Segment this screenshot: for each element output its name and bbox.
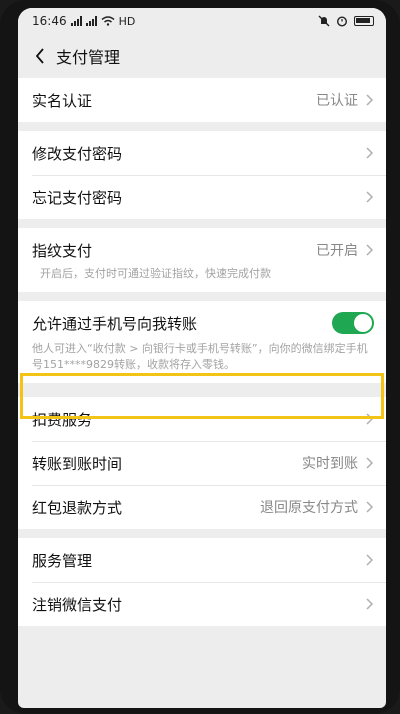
deduction-service-row[interactable]: 扣费服务 bbox=[18, 397, 386, 441]
service-management-row[interactable]: 服务管理 bbox=[18, 538, 386, 582]
change-password-label: 修改支付密码 bbox=[32, 144, 123, 163]
identity-row[interactable]: 实名认证 已认证 bbox=[18, 78, 386, 122]
wifi-icon bbox=[101, 16, 115, 26]
management-group: 服务管理 注销微信支付 bbox=[18, 538, 386, 626]
battery-icon bbox=[354, 16, 374, 26]
chevron-right-icon bbox=[366, 501, 374, 513]
mute-icon bbox=[318, 15, 330, 27]
chevron-right-icon bbox=[366, 244, 374, 256]
transfer-time-row[interactable]: 转账到账时间 实时到账 bbox=[18, 441, 386, 485]
alarm-icon bbox=[336, 16, 348, 27]
refund-method-label: 红包退款方式 bbox=[32, 498, 123, 517]
refund-method-row[interactable]: 红包退款方式 退回原支付方式 bbox=[18, 485, 386, 529]
change-password-row[interactable]: 修改支付密码 bbox=[18, 131, 386, 175]
forgot-password-label: 忘记支付密码 bbox=[32, 188, 123, 207]
phone-transfer-toggle[interactable] bbox=[332, 312, 374, 334]
back-arrow-icon bbox=[35, 48, 44, 64]
fingerprint-label: 指纹支付 bbox=[32, 241, 93, 260]
status-time: 16:46 bbox=[32, 14, 67, 28]
phone-transfer-label: 允许通过手机号向我转账 bbox=[32, 314, 198, 333]
phone-transfer-description: 他人可进入“收付款 > 向银行卡或手机号转账”，向你的微信绑定手机号151***… bbox=[32, 342, 368, 371]
chevron-right-icon bbox=[366, 191, 374, 203]
identity-group: 实名认证 已认证 bbox=[18, 78, 386, 122]
status-bar: 16:46 HD bbox=[18, 8, 386, 34]
transfer-time-value: 实时到账 bbox=[302, 456, 358, 472]
chevron-right-icon bbox=[366, 598, 374, 610]
cancel-wechat-pay-row[interactable]: 注销微信支付 bbox=[18, 582, 386, 626]
signal-icon-2 bbox=[85, 16, 97, 26]
phone-transfer-row: 允许通过手机号向我转账 bbox=[18, 301, 386, 345]
back-button[interactable] bbox=[28, 44, 52, 68]
chevron-right-icon bbox=[366, 554, 374, 566]
refund-method-value: 退回原支付方式 bbox=[260, 500, 358, 516]
fingerprint-group: 指纹支付 已开启 开启后，支付时可通过验证指纹，快速完成付款 bbox=[18, 228, 386, 292]
network-type: HD bbox=[118, 14, 136, 28]
chevron-right-icon bbox=[366, 413, 374, 425]
identity-label: 实名认证 bbox=[32, 91, 93, 110]
cancel-wechat-pay-label: 注销微信支付 bbox=[32, 595, 123, 614]
chevron-right-icon bbox=[366, 147, 374, 159]
password-group: 修改支付密码 忘记支付密码 bbox=[18, 131, 386, 219]
deduction-service-label: 扣费服务 bbox=[32, 410, 93, 429]
forgot-password-row[interactable]: 忘记支付密码 bbox=[18, 175, 386, 219]
screen: 16:46 HD 支付管理 实名认证 已认证 修改支付密码 忘记支付密码 指纹支… bbox=[18, 8, 386, 708]
nav-bar: 支付管理 bbox=[18, 34, 386, 78]
transfer-time-label: 转账到账时间 bbox=[32, 454, 123, 473]
fingerprint-value: 已开启 bbox=[316, 243, 358, 259]
phone-transfer-group: 允许通过手机号向我转账 他人可进入“收付款 > 向银行卡或手机号转账”，向你的微… bbox=[18, 301, 386, 383]
service-management-label: 服务管理 bbox=[32, 551, 93, 570]
identity-value: 已认证 bbox=[316, 93, 358, 109]
signal-icon bbox=[70, 16, 82, 26]
fingerprint-row[interactable]: 指纹支付 已开启 bbox=[18, 228, 386, 272]
page-title: 支付管理 bbox=[56, 48, 121, 67]
chevron-right-icon bbox=[366, 457, 374, 469]
chevron-right-icon bbox=[366, 94, 374, 106]
phone-frame: 16:46 HD 支付管理 实名认证 已认证 修改支付密码 忘记支付密码 指纹支… bbox=[0, 0, 400, 714]
services-group: 扣费服务 转账到账时间 实时到账 红包退款方式 退回原支付方式 bbox=[18, 397, 386, 529]
